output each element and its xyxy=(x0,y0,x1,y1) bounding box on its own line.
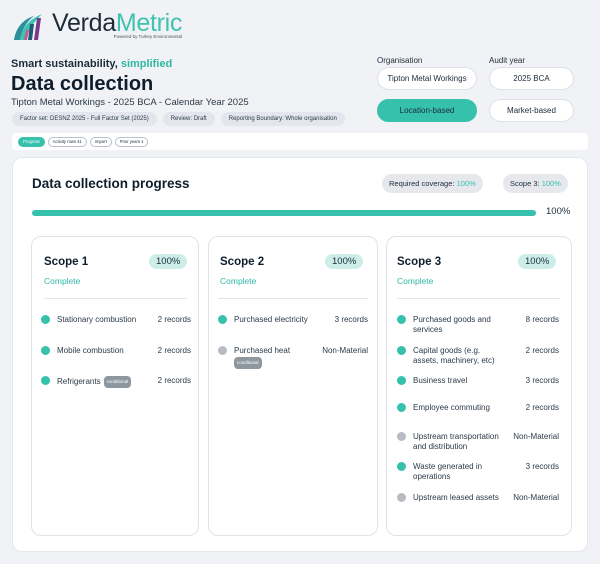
scope-3-title: Scope 3 xyxy=(397,256,442,268)
page-title: Data collection xyxy=(11,73,154,95)
progress-title: Data collection progress xyxy=(32,176,190,191)
list-item[interactable]: Business travel 3 records xyxy=(397,376,559,386)
scope-1-status: Complete xyxy=(44,276,81,286)
overall-progress-bar xyxy=(32,210,536,216)
conditional-tag: conditional xyxy=(234,357,262,369)
complete-status-dot-icon xyxy=(397,346,406,355)
scope-3-divider xyxy=(397,298,560,299)
brand-name: VerdaMetric xyxy=(52,9,183,37)
non-material-status-dot-icon xyxy=(397,493,406,502)
complete-status-dot-icon xyxy=(41,376,50,385)
tab-bar: Progress Activity rows 41 Import Prior y… xyxy=(12,133,588,150)
list-item[interactable]: Refrigerants conditional 2 records xyxy=(41,376,191,388)
location-based-button[interactable]: Location-based xyxy=(377,99,477,122)
reporting-boundary-chip: Reporting Boundary: Whole organisation xyxy=(220,112,345,126)
scope-1-divider xyxy=(44,298,187,299)
conditional-tag: conditional xyxy=(103,376,132,388)
list-item[interactable]: Purchased goods and services 8 records xyxy=(397,315,559,335)
scope-3-percent-badge: 100% xyxy=(518,254,557,269)
list-item[interactable]: Waste generated in operations 3 records xyxy=(397,462,559,482)
scope-2-title: Scope 2 xyxy=(220,256,265,268)
scope-1-percent-badge: 100% xyxy=(149,254,188,269)
list-item[interactable]: Mobile combustion 2 records xyxy=(41,346,191,356)
organisation-select[interactable]: Tipton Metal Workings xyxy=(377,67,477,90)
tab-activity-rows[interactable]: Activity rows 41 xyxy=(47,136,87,147)
tab-prior-years[interactable]: Prior years 1 xyxy=(114,136,149,147)
complete-status-dot-icon xyxy=(41,315,50,324)
brand-logo[interactable]: VerdaMetric Powered by Turkey Environmen… xyxy=(12,10,182,42)
leaf-logo-icon xyxy=(14,14,42,40)
non-material-status-dot-icon xyxy=(218,346,227,355)
context-chips: Factor set: DESNZ 2025 - Full Factor Set… xyxy=(12,112,345,126)
audit-year-label: Audit year xyxy=(489,56,526,65)
list-item[interactable]: Employee commuting 2 records xyxy=(397,403,559,413)
list-item[interactable]: Purchased heat conditional Non-Material xyxy=(218,346,368,369)
market-based-button[interactable]: Market-based xyxy=(489,99,574,122)
scope-3-status: Complete xyxy=(397,276,434,286)
overall-progress-percent: 100% xyxy=(546,206,571,217)
complete-status-dot-icon xyxy=(218,315,227,324)
tab-import[interactable]: Import xyxy=(89,136,112,147)
tab-progress[interactable]: Progress xyxy=(18,136,45,147)
scope-1-title: Scope 1 xyxy=(44,256,89,268)
non-material-status-dot-icon xyxy=(397,432,406,441)
complete-status-dot-icon xyxy=(41,346,50,355)
audit-year-select[interactable]: 2025 BCA xyxy=(489,67,574,90)
complete-status-dot-icon xyxy=(397,315,406,324)
overall-progress-fill xyxy=(32,210,536,216)
complete-status-dot-icon xyxy=(397,403,406,412)
list-item[interactable]: Upstream transportation and distribution… xyxy=(397,432,559,452)
complete-status-dot-icon xyxy=(397,462,406,471)
scope-2-status: Complete xyxy=(220,276,257,286)
organisation-label: Organisation xyxy=(377,56,423,65)
scope-2-percent-badge: 100% xyxy=(325,254,364,269)
factor-set-chip: Factor set: DESNZ 2025 - Full Factor Set… xyxy=(12,112,157,126)
page-subtitle: Tipton Metal Workings - 2025 BCA - Calen… xyxy=(11,97,249,108)
list-item[interactable]: Upstream leased assets Non-Material xyxy=(397,493,559,503)
tagline: Smart sustainability, simplified xyxy=(11,58,173,70)
complete-status-dot-icon xyxy=(397,376,406,385)
list-item[interactable]: Stationary combustion 2 records xyxy=(41,315,191,325)
list-item[interactable]: Purchased electricity 3 records xyxy=(218,315,368,325)
scope3-coverage-badge: Scope 3: 100% xyxy=(503,174,568,193)
scope-2-divider xyxy=(218,298,368,299)
list-item[interactable]: Capital goods (e.g. assets, machinery, e… xyxy=(397,346,559,366)
required-coverage-badge: Required coverage: 100% xyxy=(382,174,483,193)
review-status-chip: Review: Draft xyxy=(162,112,215,126)
